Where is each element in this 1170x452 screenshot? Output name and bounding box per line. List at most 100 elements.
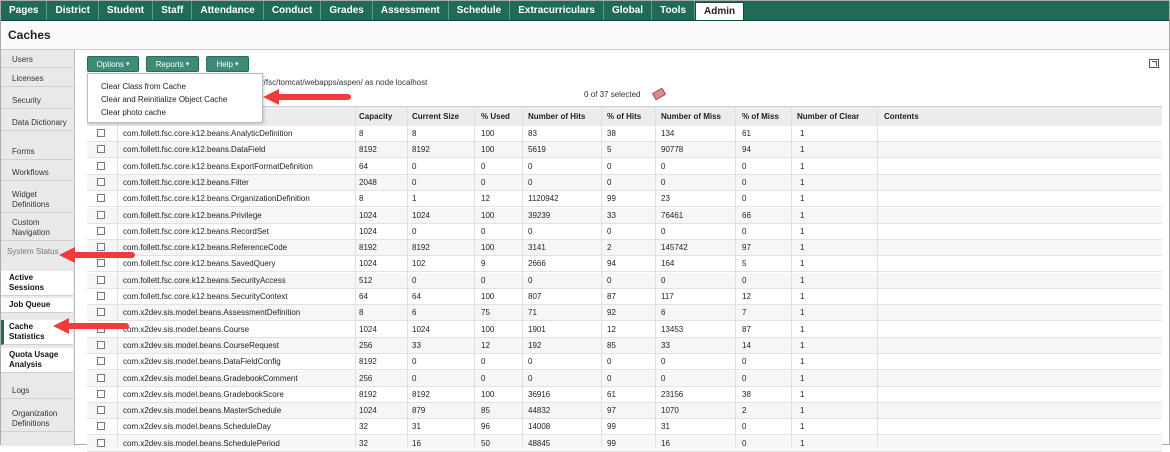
- column-header[interactable]: Number of Miss: [661, 112, 721, 121]
- table-row[interactable]: com.x2dev.sis.model.beans.MasterSchedule…: [87, 403, 1162, 420]
- table-cell: 1: [800, 422, 805, 432]
- table-row[interactable]: com.follett.fsc.core.k12.beans.SecurityC…: [87, 289, 1162, 305]
- table-row[interactable]: com.follett.fsc.core.k12.beans.DataField…: [87, 142, 1162, 159]
- table-row[interactable]: com.x2dev.sis.model.beans.DataFieldConfi…: [87, 354, 1162, 371]
- table-cell: 0: [412, 357, 417, 367]
- column-header[interactable]: Contents: [884, 112, 919, 121]
- table-row[interactable]: com.follett.fsc.core.k12.beans.Privilege…: [87, 207, 1162, 224]
- table-cell: 256: [359, 340, 373, 350]
- table-cell: 2: [607, 243, 612, 253]
- tab-global[interactable]: Global: [604, 1, 653, 20]
- table-row[interactable]: com.x2dev.sis.model.beans.GradebookScore…: [87, 386, 1162, 403]
- menu-item-clear-reinitialize[interactable]: Clear and Reinitialize Object Cache: [101, 95, 227, 104]
- menu-item-clear-class[interactable]: Clear Class from Cache: [101, 82, 186, 91]
- expand-icon[interactable]: [1149, 59, 1159, 68]
- options-button[interactable]: Options ▾: [87, 56, 139, 72]
- column-header[interactable]: % of Hits: [607, 112, 641, 121]
- column-header[interactable]: Number of Clear: [797, 112, 859, 121]
- sidebar-item-workflows[interactable]: Workflows: [1, 166, 73, 181]
- table-row[interactable]: com.x2dev.sis.model.beans.ScheduleDay 32 3…: [87, 419, 1162, 436]
- row-checkbox[interactable]: [97, 243, 105, 252]
- table-cell: 1: [800, 161, 805, 171]
- row-checkbox[interactable]: [97, 292, 105, 300]
- row-checkbox[interactable]: [97, 422, 105, 431]
- table-cell: 0: [481, 226, 486, 236]
- eraser-icon[interactable]: [651, 87, 667, 101]
- table-cell: 97: [607, 406, 616, 416]
- table-row[interactable]: com.follett.fsc.core.k12.beans.ExportFor…: [87, 158, 1162, 175]
- row-checkbox[interactable]: [97, 226, 105, 235]
- tab-extracurriculars[interactable]: Extracurriculars: [510, 1, 604, 20]
- column-header[interactable]: Capacity: [359, 112, 392, 121]
- table-row[interactable]: com.x2dev.sis.model.beans.SchedulePeriod…: [87, 435, 1162, 452]
- row-checkbox[interactable]: [97, 340, 105, 349]
- table-cell: 0: [742, 226, 747, 236]
- table-row[interactable]: com.x2dev.sis.model.beans.Course 1024 1024…: [87, 321, 1162, 338]
- row-checkbox[interactable]: [97, 438, 105, 447]
- tab-grades[interactable]: Grades: [321, 1, 373, 20]
- row-checkbox[interactable]: [97, 357, 105, 366]
- row-checkbox[interactable]: [97, 406, 105, 415]
- sidebar-item-users[interactable]: Users: [1, 53, 73, 68]
- sidebar-item-organization-definitions[interactable]: Organization Definitions: [1, 407, 73, 432]
- table-row[interactable]: com.follett.fsc.core.k12.beans.RecordSet…: [87, 223, 1162, 240]
- row-checkbox[interactable]: [97, 275, 105, 284]
- table-row[interactable]: com.follett.fsc.core.k12.beans.Reference…: [87, 240, 1162, 257]
- table-cell: 23: [661, 194, 670, 204]
- sidebar-subitem-active-sessions[interactable]: Active Sessions: [1, 271, 73, 296]
- sidebar-item-data-dictionary[interactable]: Data Dictionary: [1, 116, 73, 131]
- row-checkbox[interactable]: [97, 194, 105, 203]
- sidebar-subitem-job-queue[interactable]: Job Queue: [1, 298, 73, 313]
- tab-staff[interactable]: Staff: [153, 1, 193, 20]
- table-cell: 1: [800, 357, 805, 367]
- row-checkbox[interactable]: [97, 389, 105, 398]
- table-cell: 1: [800, 226, 805, 236]
- sidebar-item-forms[interactable]: Forms: [1, 145, 73, 160]
- sidebar-item-custom-navigation[interactable]: Custom Navigation: [1, 216, 73, 241]
- column-header[interactable]: % of Miss: [742, 112, 779, 121]
- tab-pages[interactable]: Pages: [1, 1, 48, 20]
- row-checkbox[interactable]: [97, 308, 105, 317]
- tab-district[interactable]: District: [47, 1, 99, 20]
- table-row[interactable]: com.x2dev.sis.model.beans.AssessmentDefi…: [87, 305, 1162, 322]
- cache-class-name: com.x2dev.sis.model.beans.SchedulePeriod: [123, 438, 280, 448]
- table-row[interactable]: com.follett.fsc.core.k12.beans.SavedQuer…: [87, 256, 1162, 273]
- column-header[interactable]: % Used: [481, 112, 510, 121]
- cache-class-name: com.x2dev.sis.model.beans.GradebookComme…: [123, 373, 298, 383]
- table-cell: 1: [800, 194, 805, 204]
- sidebar-subitem-quota-usage-analysis[interactable]: Quota Usage Analysis: [1, 348, 73, 373]
- help-button[interactable]: Help ▾: [206, 56, 249, 72]
- table-row[interactable]: com.x2dev.sis.model.beans.CourseRequest 2…: [87, 337, 1162, 354]
- table-row[interactable]: com.follett.fsc.core.k12.beans.Organizat…: [87, 191, 1162, 208]
- menu-item-clear-photo-cache[interactable]: Clear photo cache: [101, 108, 166, 117]
- table-row[interactable]: com.follett.fsc.core.k12.beans.SecurityA…: [87, 272, 1162, 289]
- tab-assessment[interactable]: Assessment: [373, 1, 449, 20]
- row-checkbox[interactable]: [97, 129, 105, 137]
- table-row[interactable]: com.follett.fsc.core.k12.beans.Filter 204…: [87, 174, 1162, 191]
- tab-admin[interactable]: Admin: [695, 2, 745, 20]
- row-checkbox[interactable]: [97, 161, 105, 170]
- column-header[interactable]: Number of Hits: [528, 112, 585, 121]
- tab-student[interactable]: Student: [99, 1, 154, 20]
- sidebar-item-widget-definitions[interactable]: Widget Definitions: [1, 188, 73, 213]
- table-row[interactable]: com.x2dev.sis.model.beans.GradebookComme…: [87, 370, 1162, 387]
- sidebar-item-logs[interactable]: Logs: [1, 384, 73, 399]
- tab-conduct[interactable]: Conduct: [264, 1, 322, 20]
- sidebar-item-security[interactable]: Security: [1, 94, 73, 109]
- reports-button[interactable]: Reports ▾: [146, 56, 199, 72]
- row-checkbox[interactable]: [97, 259, 105, 268]
- table-row[interactable]: com.follett.fsc.core.k12.beans.AnalyticD…: [87, 126, 1162, 142]
- tab-attendance[interactable]: Attendance: [192, 1, 264, 20]
- sidebar-item-licenses[interactable]: Licenses: [1, 72, 73, 87]
- tab-schedule[interactable]: Schedule: [449, 1, 511, 20]
- row-checkbox[interactable]: [97, 210, 105, 219]
- row-checkbox[interactable]: [97, 373, 105, 382]
- column-header[interactable]: Current Size: [412, 112, 459, 121]
- row-checkbox[interactable]: [97, 177, 105, 186]
- table-cell: 1024: [359, 324, 377, 334]
- cache-class-name: com.x2dev.sis.model.beans.Course: [123, 324, 250, 334]
- row-checkbox[interactable]: [97, 145, 105, 154]
- table-cell: 85: [481, 406, 490, 416]
- tab-tools[interactable]: Tools: [652, 1, 696, 20]
- table-cell: 0: [742, 373, 747, 383]
